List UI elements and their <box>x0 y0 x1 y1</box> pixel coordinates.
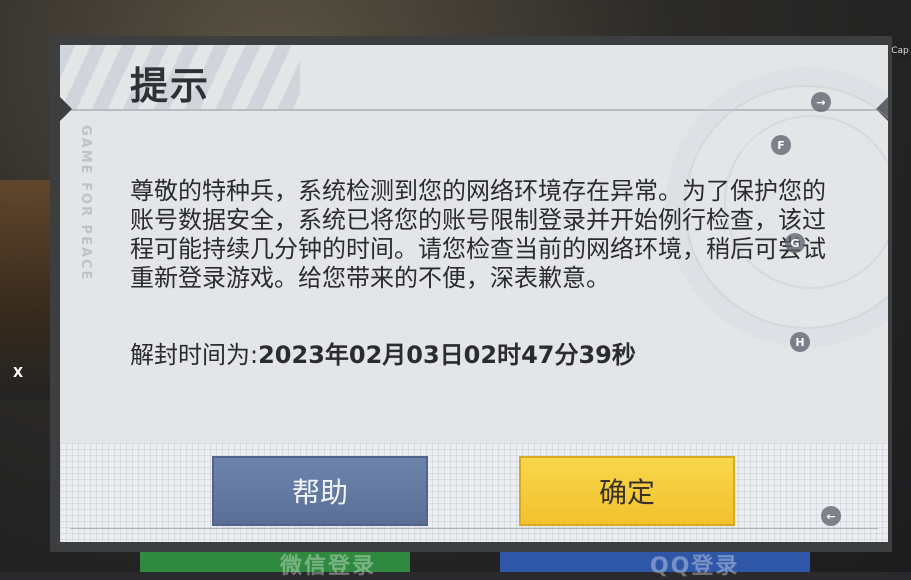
unlock-label: 解封时间为: <box>130 341 259 369</box>
unlock-time-value: 2023年02月03日02时47分39秒 <box>258 341 636 369</box>
key-f-hint: F <box>771 135 791 155</box>
arrow-right-hint: → <box>811 92 831 112</box>
footer-divider <box>70 528 878 529</box>
key-h-hint: H <box>790 332 810 352</box>
qq-login-label: QQ登录 <box>650 554 740 579</box>
dialog-message: 尊敬的特种兵，系统检测到您的网络环境存在异常。为了保护您的账号数据安全，系统已将… <box>130 177 830 293</box>
arrow-left-hint: ← <box>821 506 841 526</box>
edge-x-hint: X <box>13 366 24 381</box>
key-g-hint: G <box>785 233 805 253</box>
wechat-login-label: 微信登录 <box>280 554 377 579</box>
unlock-time-line: 解封时间为:2023年02月03日02时47分39秒 <box>130 341 636 370</box>
confirm-button[interactable]: 确定 <box>519 456 735 526</box>
help-button[interactable]: 帮助 <box>212 456 428 526</box>
notice-dialog: 提示 GAME FOR PEACE 尊敬的特种兵，系统检测到您的网络环境存在异常… <box>60 45 888 542</box>
message-text: 尊敬的特种兵，系统检测到您的网络环境存在异常。为了保护您的账号数据安全，系统已将… <box>130 177 826 292</box>
left-notch <box>60 97 72 121</box>
cap-hint: Cap <box>889 42 911 60</box>
game-watermark: GAME FOR PEACE <box>78 125 93 282</box>
dialog-title: 提示 <box>130 64 211 108</box>
